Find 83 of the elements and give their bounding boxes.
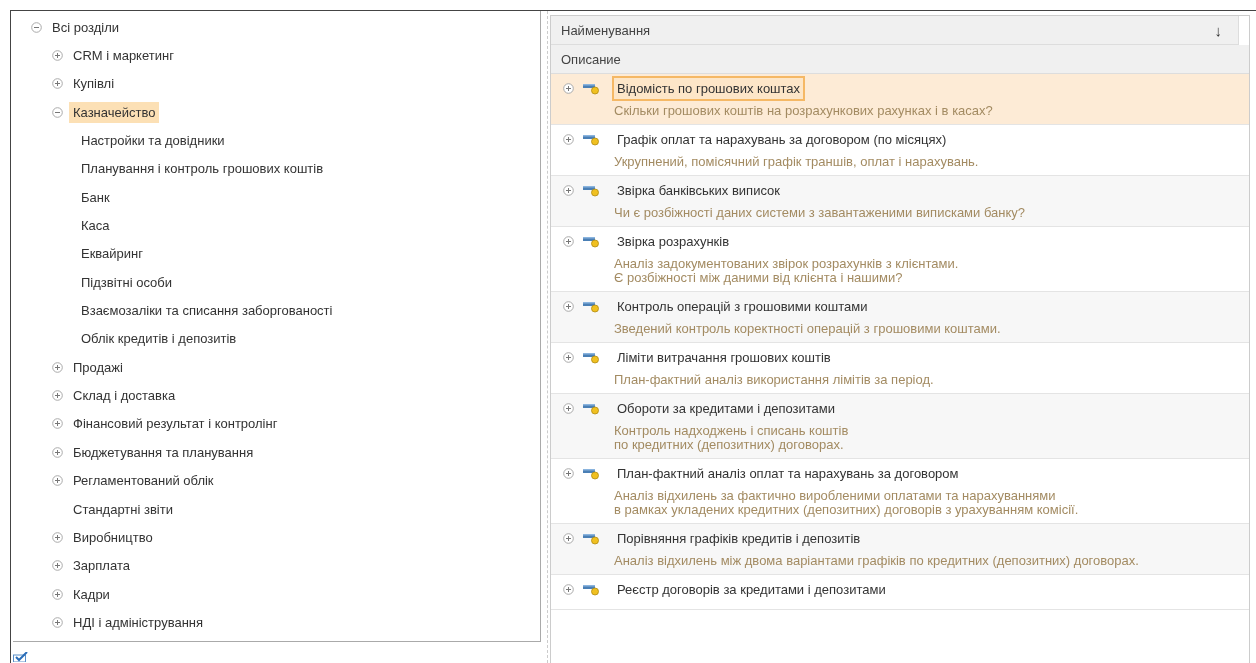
report-description: Скільки грошових коштів на розрахункових рахунках і в касах? [613, 102, 994, 118]
expand-icon[interactable] [52, 616, 63, 628]
tree-item[interactable]: Бюджетування та планування [69, 441, 258, 463]
tree-item[interactable]: Каса [77, 215, 114, 237]
column-header[interactable]: Описание [551, 45, 1249, 74]
report-title[interactable]: План-фактний аналіз оплат та нарахувань за договором [612, 460, 964, 486]
report-icon [582, 350, 600, 364]
expand-icon[interactable] [52, 418, 63, 430]
report-icon [582, 401, 600, 415]
report-title[interactable]: Графік оплат та нарахувань за договором (по місяцях) [612, 126, 952, 152]
report-row[interactable]: Відомість по грошових коштах Скільки грошових коштів на розрахункових рахунках і в касах? [551, 74, 1249, 125]
report-description: Укрупнений, помісячний графік траншів, оплат і нарахувань. [613, 153, 980, 169]
report-icon [582, 582, 600, 596]
expand-icon[interactable] [563, 82, 574, 94]
expand-icon[interactable] [563, 133, 574, 145]
expand-icon[interactable] [52, 560, 63, 572]
tree-item[interactable]: Облік кредитів і депозитів [77, 328, 241, 350]
report-description: Аналіз задокументованих звірок розрахунків з клієнтами. Є розбіжності між даними від клієнта і нашими? [613, 255, 960, 285]
report-title[interactable]: Звірка банківських виписок [612, 177, 785, 203]
expand-icon[interactable] [563, 467, 574, 479]
column-header[interactable]: Найменування ↓ [551, 16, 1239, 45]
collapse-icon[interactable] [31, 21, 42, 33]
tree-item[interactable]: Еквайринг [77, 243, 148, 265]
report-description: Зведений контроль коректності операцій з грошовими коштами. [613, 320, 1002, 336]
tree-item[interactable]: Продажі [69, 356, 127, 378]
expand-icon[interactable] [52, 390, 63, 402]
tree-item[interactable]: CRM і маркетинг [69, 45, 178, 66]
report-icon [582, 466, 600, 480]
expand-icon[interactable] [52, 50, 63, 61]
report-icon [582, 183, 600, 197]
tree-item[interactable]: Регламентований облік [69, 470, 218, 492]
expand-icon[interactable] [563, 583, 574, 595]
tree-item[interactable]: Склад і доставка [69, 385, 180, 407]
tree-item[interactable]: Взаємозаліки та списання заборгованості [77, 300, 337, 322]
report-description: Контроль надходжень і списань коштів по кредитних (депозитних) договорах. [613, 422, 850, 452]
report-description: План-фактний аналіз використання лімітів за період. [613, 371, 935, 387]
report-description: Аналіз відхилень між двома варіантами графіків по кредитних (депозитних) договорах. [613, 552, 1140, 568]
sort-mark: ↓ [1214, 21, 1223, 39]
report-title[interactable]: Ліміти витрачання грошових коштів [612, 344, 836, 370]
tree-item[interactable]: Підзвітні особи [77, 271, 177, 293]
expand-icon[interactable] [52, 475, 63, 487]
tree-item[interactable]: Фінансовий результат і контролінг [69, 413, 282, 435]
expand-icon[interactable] [52, 446, 63, 458]
report-title[interactable]: Контроль операцій з грошовими коштами [612, 293, 873, 319]
report-row[interactable]: Порівняння графіків кредитів і депозитів Аналіз відхилень між двома варіантами графіків по кредитних (депозитних) договорах. [551, 524, 1249, 575]
tree-item[interactable]: Кадри [69, 583, 114, 605]
expand-icon[interactable] [563, 300, 574, 312]
checkbox-icon[interactable] [13, 652, 29, 662]
report-title[interactable]: Порівняння графіків кредитів і депозитів [612, 525, 866, 551]
report-row[interactable]: Контроль операцій з грошовими коштами Зведений контроль коректності операцій з грошовими коштами. [551, 292, 1249, 343]
tree-item[interactable]: Стандартні звіти [69, 498, 177, 520]
report-icon [582, 234, 600, 248]
collapse-icon[interactable] [52, 106, 63, 118]
expand-icon[interactable] [52, 78, 63, 90]
tree-item[interactable]: Всі розділи [48, 16, 123, 38]
tree-item[interactable]: Планування і контроль грошових коштів [77, 158, 328, 180]
tree-item[interactable]: Казначейство [69, 101, 160, 123]
tree-item[interactable]: Банк [77, 186, 114, 208]
expand-icon[interactable] [563, 351, 574, 363]
report-title[interactable]: Обороти за кредитами і депозитами [612, 395, 841, 421]
report-description: Аналіз відхилень за фактично виробленими оплатами та нарахуваннями в рамках укладених кредитних (депозитних) договорів з урахуванням комісії. [613, 487, 1080, 517]
report-title[interactable]: Звірка розрахунків [612, 228, 735, 254]
expand-icon[interactable] [52, 361, 63, 373]
report-description: Чи є розбіжності даних системи з завантаженими виписками банку? [613, 204, 1027, 220]
report-title[interactable]: Відомість по грошових коштах [612, 75, 806, 101]
report-icon [582, 81, 600, 95]
expand-icon[interactable] [52, 531, 63, 543]
report-icon [582, 531, 600, 545]
expand-icon[interactable] [563, 184, 574, 196]
tree-item[interactable]: Настройки та довідники [77, 130, 229, 152]
tree-item[interactable]: Зарплата [69, 555, 134, 577]
report-title[interactable]: Реєстр договорів за кредитами і депозитами [612, 576, 891, 602]
expand-icon[interactable] [563, 235, 574, 247]
report-row[interactable]: Звірка банківських виписок Чи є розбіжності даних системи з завантаженими виписками банку? [551, 176, 1249, 227]
tree-item[interactable]: НДІ і адміністрування [69, 611, 208, 633]
tree-item[interactable]: Купівлі [69, 73, 119, 95]
report-icon [582, 299, 600, 313]
report-row[interactable]: Обороти за кредитами і депозитами Контроль надходжень і списань коштів по кредитних (депозитних) договорах. [551, 394, 1249, 459]
expand-icon[interactable] [52, 588, 63, 600]
report-icon [582, 132, 600, 146]
expand-icon[interactable] [563, 402, 574, 414]
expand-icon[interactable] [563, 532, 574, 544]
tree-item[interactable]: Виробництво [69, 526, 157, 548]
